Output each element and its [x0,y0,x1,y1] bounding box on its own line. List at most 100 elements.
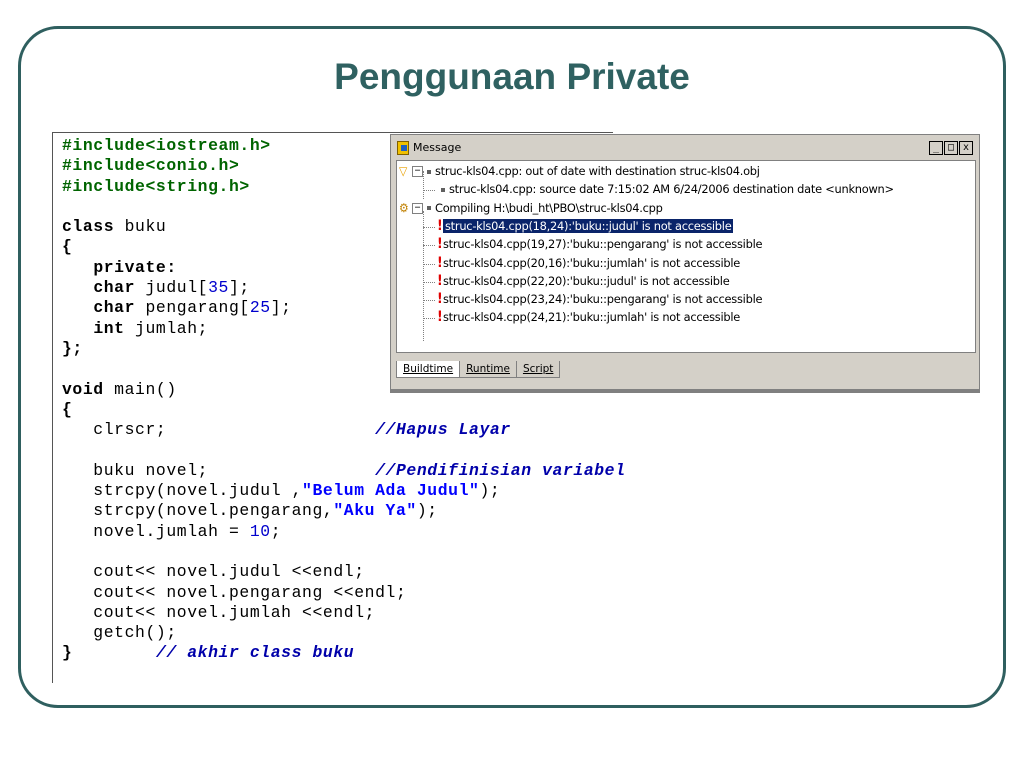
message-row[interactable]: struc-kls04.cpp: source date 7:15:02 AM … [437,181,894,198]
code-line: } // akhir class buku [62,643,626,663]
warning-message-text: struc-kls04.cpp: out of date with destin… [435,164,760,178]
tab-script[interactable]: Script [515,361,561,378]
code-token: // akhir class buku [155,643,355,663]
collapse-toggle-icon[interactable]: − [412,166,423,177]
message-row[interactable]: !struc-kls04.cpp(20,16):'buku::jumlah' i… [437,255,740,272]
minimize-button[interactable]: _ [929,141,943,155]
warning-icon: ▽ [399,164,408,178]
tree-connector [423,226,435,228]
code-token: }; [62,338,83,358]
maximize-button[interactable]: □ [944,141,958,155]
close-button[interactable]: x [959,141,973,155]
code-token: "Belum Ada Judul" [302,481,480,501]
tree-connector [423,171,424,199]
tree-connector [423,300,435,302]
code-line: strcpy(novel.judul ,"Belum Ada Judul"); [62,481,626,501]
tree-connector [423,245,435,247]
message-row[interactable]: ! struc-kls04.cpp(18,24):'buku::judul' is… [437,218,734,235]
code-line: strcpy(novel.pengarang,"Aku Ya"); [62,501,626,521]
message-window-title: Message [413,141,462,154]
code-token: ); [479,481,501,501]
code-token: void [62,379,104,399]
code-line: getch(); [62,623,626,643]
code-token: char [93,298,136,318]
code-token: cout<< novel.judul <<endl; [62,562,365,582]
code-token: int [93,318,125,338]
code-token: } [62,643,73,663]
code-token: { [62,237,73,257]
info-message-text: struc-kls04.cpp: source date 7:15:02 AM … [449,182,894,197]
bullet-icon [427,169,431,174]
bullet-icon [427,206,431,211]
tree-connector [423,281,435,283]
code-token: "Aku Ya" [333,501,417,521]
code-line: cout<< novel.jumlah <<endl; [62,603,626,623]
code-token: jumlah; [124,318,209,338]
code-line: novel.jumlah = 10; [62,522,626,542]
code-token: judul[ [135,278,209,298]
code-token: strcpy(novel.pengarang, [62,501,334,521]
message-row[interactable]: !struc-kls04.cpp(22,20):'buku::judul' is… [437,273,730,290]
code-line: clrscr; //Hapus Layar [62,420,626,440]
bullet-icon [441,187,445,192]
tree-connector [423,211,424,341]
collapse-toggle-icon[interactable]: − [412,202,423,214]
code-token: 25 [249,298,271,318]
code-token: buku novel; [62,460,376,480]
tab-runtime[interactable]: Runtime [459,361,517,378]
error-message-text: struc-kls04.cpp(19,27):'buku::pengarang'… [443,237,763,252]
code-token: char [93,278,136,298]
code-line: buku novel; //Pendifinisian variabel [62,461,626,481]
message-window-icon [397,141,409,155]
message-row[interactable]: !struc-kls04.cpp(19,27):'buku::pengarang… [437,236,763,253]
error-message-text: struc-kls04.cpp(24,21):'buku::jumlah' is… [443,310,741,325]
code-token: { [62,399,73,419]
tree-connector [423,318,435,320]
code-token: //Hapus Layar [375,420,511,440]
message-tabs: Buildtime Runtime Script [396,361,561,381]
window-bottom-border [391,389,979,392]
code-token: cout<< novel.jumlah <<endl; [62,602,376,622]
code-token: #include<string.h> [62,176,250,196]
slide-title: Penggunaan Private [334,56,690,97]
code-line: { [62,400,626,420]
code-token: ); [416,501,438,521]
code-token: class [62,217,115,237]
code-token: strcpy(novel.judul , [62,481,303,501]
code-token: clrscr; [62,420,376,440]
code-token: buku [114,217,167,237]
message-list[interactable]: ▽ − struc-kls04.cpp: out of date with dest… [396,160,976,353]
tree-connector [423,263,435,265]
code-token: cout<< novel.pengarang <<endl; [62,582,407,602]
code-token: private: [93,257,177,277]
tree-connector [423,190,435,192]
message-row[interactable]: ▽ − struc-kls04.cpp: out of date with dest… [399,163,760,180]
compile-icon: ⚙ [399,200,409,215]
code-token: #include<conio.h> [62,156,240,176]
error-message-text: struc-kls04.cpp(23,24):'buku::pengarang'… [443,292,763,307]
code-token: getch(); [62,623,177,643]
code-token: ; [270,521,282,541]
code-token: ]; [270,298,292,318]
compile-message-text: Compiling H:\budi_ht\PBO\struc-kls04.cpp [435,200,663,215]
code-token: main() [103,379,177,399]
error-message-text: struc-kls04.cpp(18,24):'buku::judul' is … [443,218,734,233]
tab-buildtime[interactable]: Buildtime [396,361,461,378]
message-window: Message _ □ x ▽ − struc-kls04.cpp: out of da… [390,134,980,393]
code-line: cout<< novel.judul <<endl; [62,562,626,582]
message-row[interactable]: !struc-kls04.cpp(23,24):'buku::pengarang… [437,291,763,308]
message-row[interactable]: !struc-kls04.cpp(24,21):'buku::jumlah' i… [437,309,740,326]
message-window-titlebar[interactable]: Message _ □ x [393,137,977,157]
code-token: 35 [208,278,229,298]
error-message-text: struc-kls04.cpp(20,16):'buku::jumlah' is… [443,255,741,270]
code-token: novel.jumlah = [62,521,250,541]
message-row[interactable]: ⚙ − Compiling H:\budi_ht\PBO\struc-kls04.c… [399,200,663,217]
code-token: ]; [229,278,250,298]
